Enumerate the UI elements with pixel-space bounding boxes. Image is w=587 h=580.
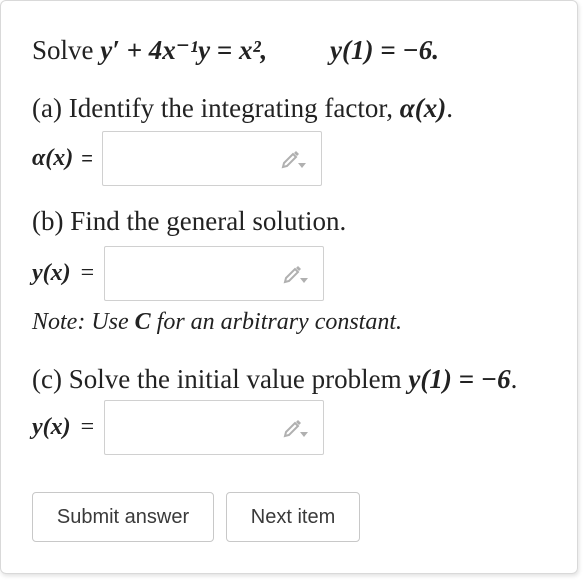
pencil-icon[interactable] — [283, 263, 309, 285]
question-card: Solve y′ + 4x⁻¹y = x², y(1) = −6. (a) Id… — [0, 0, 578, 574]
problem-prefix: Solve — [32, 35, 94, 65]
note-suffix: for an arbitrary constant. — [150, 309, 403, 335]
part-a-math: α(x) — [399, 93, 447, 123]
part-a-prompt: (a) Identify the integrating factor, α(x… — [32, 93, 453, 124]
part-c-label-math: y(x) — [32, 414, 71, 440]
part-c-math: y(1) = −6 — [408, 364, 511, 394]
part-c-equals: = — [80, 414, 95, 440]
part-c-end: . — [510, 364, 518, 394]
part-c-answer-row: y(x) = — [32, 400, 325, 455]
part-a-end: . — [446, 93, 453, 123]
problem-statement: Solve y′ + 4x⁻¹y = x², y(1) = −6. — [32, 35, 439, 66]
part-b-label: y(x) = — [32, 260, 94, 287]
note-symbol: C — [134, 309, 151, 335]
general-solution-input[interactable] — [104, 246, 325, 301]
pencil-icon[interactable] — [281, 148, 307, 170]
part-a-label-math: α(x) — [32, 145, 74, 171]
pencil-icon[interactable] — [283, 417, 309, 439]
integrating-factor-input[interactable] — [101, 131, 322, 186]
part-a-answer-row: α(x) = — [32, 131, 322, 186]
particular-solution-input[interactable] — [104, 400, 325, 455]
part-a-text: (a) Identify the integrating factor, — [32, 93, 400, 123]
initial-condition: y(1) = −6. — [330, 35, 440, 65]
note-prefix: Note: Use — [32, 309, 135, 335]
submit-answer-button[interactable]: Submit answer — [32, 492, 214, 542]
part-a-equals: = — [81, 148, 93, 170]
part-b-prompt: (b) Find the general solution. — [32, 206, 347, 236]
part-b-answer-row: y(x) = — [32, 246, 325, 301]
part-c-label: y(x) = — [32, 414, 94, 441]
part-a-label: α(x) = — [32, 145, 93, 172]
part-b-equals: = — [80, 260, 95, 286]
part-b-label-math: y(x) — [32, 260, 71, 286]
part-c-prompt: (c) Solve the initial value problem y(1)… — [32, 364, 517, 395]
next-item-button[interactable]: Next item — [226, 492, 360, 542]
note-text: Note: Use C for an arbitrary constant. — [32, 309, 402, 336]
part-c-text: (c) Solve the initial value problem — [32, 364, 409, 394]
problem-equation: y′ + 4x⁻¹y = x², — [100, 35, 268, 65]
